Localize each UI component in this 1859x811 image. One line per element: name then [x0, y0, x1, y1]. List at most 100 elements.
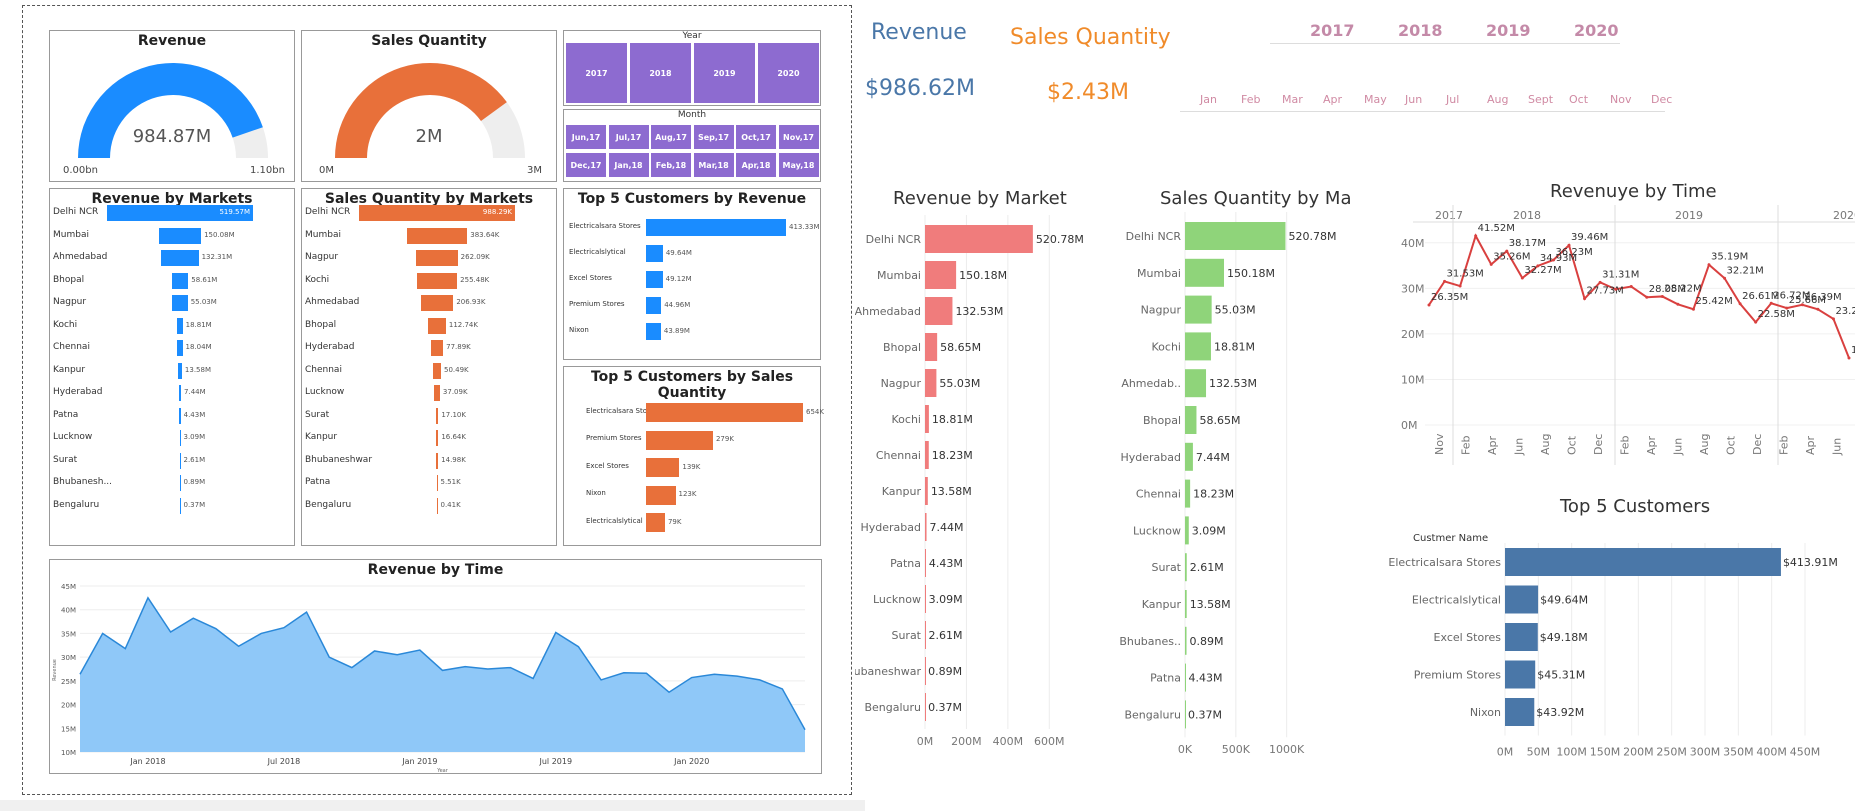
line-point[interactable] — [1443, 279, 1447, 283]
bar[interactable] — [925, 297, 953, 325]
month-option[interactable]: May,18 — [778, 153, 819, 177]
bar[interactable] — [925, 405, 929, 433]
tableau-month-option[interactable]: Mar — [1282, 93, 1303, 106]
tableau-month-option[interactable]: Nov — [1610, 93, 1631, 106]
bar[interactable] — [1505, 698, 1535, 726]
line-point[interactable] — [1660, 294, 1664, 298]
month-option[interactable]: Jul,17 — [608, 125, 649, 149]
year-option-2020[interactable]: 2020 — [758, 43, 819, 103]
bar[interactable] — [1185, 295, 1212, 324]
year-option-2017[interactable]: 2017 — [566, 43, 627, 103]
line-point[interactable] — [1583, 297, 1587, 301]
bar[interactable] — [1505, 585, 1539, 614]
month-option[interactable]: Aug,17 — [651, 125, 691, 149]
tableau-year-option[interactable]: 2018 — [1398, 21, 1443, 40]
month-option[interactable]: Oct,17 — [736, 125, 776, 149]
top5-revenue-tile: Top 5 Customers by Revenue Electricalsar… — [563, 188, 821, 360]
line-point[interactable] — [1520, 276, 1524, 280]
bar[interactable] — [1185, 479, 1191, 508]
line-point[interactable] — [1474, 234, 1478, 238]
bar[interactable] — [1185, 700, 1186, 729]
bar[interactable] — [1185, 332, 1211, 361]
revenue-gauge-tile: Revenue 984.87M 0.00bn 1.10bn — [49, 30, 295, 182]
bar[interactable] — [1505, 548, 1781, 576]
line-point[interactable] — [1831, 317, 1835, 321]
bar[interactable] — [1505, 660, 1536, 689]
tableau-month-option[interactable]: Oct — [1569, 93, 1588, 106]
bar[interactable] — [925, 585, 926, 613]
line-point[interactable] — [1536, 264, 1540, 268]
x-tick-label: Jun — [1513, 438, 1526, 456]
x-tick-label: 400M — [993, 735, 1024, 748]
bar[interactable] — [1185, 442, 1193, 471]
line-point[interactable] — [1754, 320, 1758, 324]
bar[interactable] — [925, 333, 938, 361]
bar[interactable] — [925, 513, 927, 541]
line-point[interactable] — [1427, 303, 1431, 307]
line-point[interactable] — [1785, 306, 1789, 310]
data-label: 35.19M — [1711, 252, 1748, 263]
line-point[interactable] — [1629, 285, 1633, 289]
month-option[interactable]: Apr,18 — [736, 153, 776, 177]
bar[interactable] — [1185, 222, 1286, 250]
line-point[interactable] — [1505, 249, 1509, 253]
line-point[interactable] — [1847, 356, 1851, 360]
tableau-month-option[interactable]: Sept — [1528, 93, 1553, 106]
bar[interactable] — [1185, 516, 1189, 545]
month-option[interactable]: Jan,18 — [608, 153, 649, 177]
line-point[interactable] — [1645, 295, 1649, 299]
bar[interactable] — [1505, 623, 1538, 651]
month-option[interactable]: Feb,18 — [651, 153, 691, 177]
line-point[interactable] — [1691, 307, 1695, 311]
line-point[interactable] — [1598, 280, 1602, 284]
bar[interactable] — [1185, 626, 1187, 655]
month-option[interactable]: Sep,17 — [693, 125, 734, 149]
category-label: Hyderabad — [861, 521, 922, 534]
tableau-month-option[interactable]: May — [1364, 93, 1387, 106]
tableau-year-option[interactable]: 2017 — [1310, 21, 1355, 40]
bar[interactable] — [1185, 553, 1187, 582]
line-point[interactable] — [1676, 302, 1680, 306]
month-option[interactable]: Nov,17 — [778, 125, 819, 149]
bar[interactable] — [1185, 663, 1186, 692]
month-option[interactable]: Jun,17 — [566, 125, 606, 149]
bar[interactable] — [925, 477, 928, 505]
line-point[interactable] — [1738, 302, 1742, 306]
month-option[interactable]: Dec,17 — [566, 153, 606, 177]
bar[interactable] — [1185, 590, 1187, 618]
bar[interactable] — [925, 621, 926, 649]
tableau-month-option[interactable]: Aug — [1487, 93, 1508, 106]
line-point[interactable] — [1707, 263, 1711, 267]
tableau-month-option[interactable]: Dec — [1651, 93, 1672, 106]
tableau-month-option[interactable]: Jul — [1446, 93, 1459, 106]
line-point[interactable] — [1551, 258, 1555, 262]
bar[interactable] — [1185, 369, 1207, 398]
bar[interactable] — [925, 369, 937, 397]
bar[interactable] — [1185, 258, 1225, 287]
category-label: Chennai — [305, 364, 342, 375]
line-point[interactable] — [1458, 284, 1462, 288]
tableau-year-option[interactable]: 2019 — [1486, 21, 1531, 40]
bar[interactable] — [925, 693, 926, 721]
line-point[interactable] — [1489, 262, 1493, 266]
bar[interactable] — [925, 657, 926, 685]
line-point[interactable] — [1723, 276, 1727, 280]
bar[interactable] — [925, 225, 1033, 253]
month-option[interactable]: Mar,18 — [693, 153, 734, 177]
tableau-month-option[interactable]: Jun — [1405, 93, 1422, 106]
tableau-month-option[interactable]: Feb — [1241, 93, 1260, 106]
year-option-2018[interactable]: 2018 — [630, 43, 691, 103]
line-point[interactable] — [1816, 307, 1820, 311]
bar[interactable] — [925, 549, 926, 577]
line-point[interactable] — [1800, 303, 1804, 307]
year-option-2019[interactable]: 2019 — [694, 43, 755, 103]
tableau-month-option[interactable]: Jan — [1200, 93, 1217, 106]
tableau-month-option[interactable]: Apr — [1323, 93, 1342, 106]
line-point[interactable] — [1567, 243, 1571, 247]
line-point[interactable] — [1614, 287, 1618, 291]
tableau-year-option[interactable]: 2020 — [1574, 21, 1619, 40]
line-point[interactable] — [1769, 301, 1773, 305]
bar[interactable] — [925, 441, 929, 469]
bar[interactable] — [925, 261, 957, 289]
bar[interactable] — [1185, 406, 1197, 434]
